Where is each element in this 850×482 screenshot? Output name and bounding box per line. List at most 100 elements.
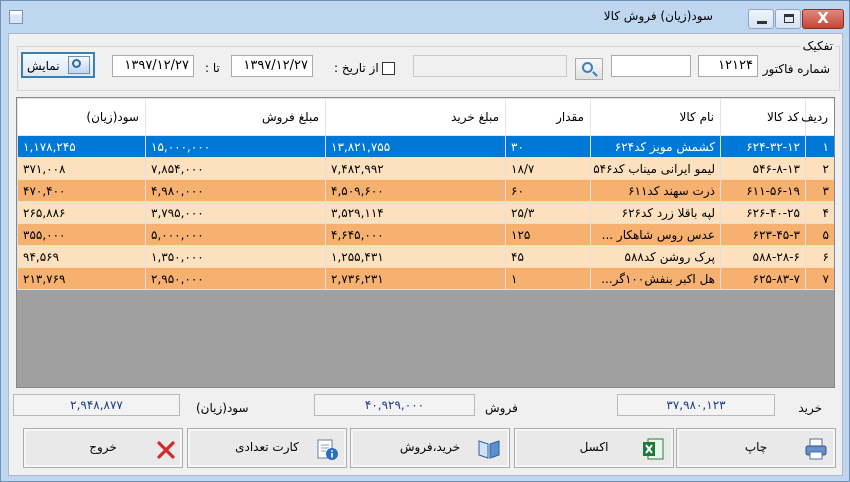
table-cell: ۶۰: [505, 179, 591, 202]
print-button[interactable]: چاپ: [676, 428, 836, 468]
info-card-icon: [317, 439, 338, 460]
close-x-icon: [157, 441, 175, 459]
table-cell: پرک روشن کد۵۸۸: [590, 245, 721, 268]
maximize-button[interactable]: [775, 9, 801, 29]
table-cell: ۱,۳۵۰,۰۰۰: [145, 245, 326, 268]
table-cell: ۳,۷۹۵,۰۰۰: [145, 201, 326, 224]
table-cell: ۶۲۴-۳۲-۱۲: [720, 135, 806, 158]
sales-total-label: فروش: [485, 401, 518, 415]
filter-group: تفکیک شماره فاکتور ۱۲۱۲۴ از تاریخ : ۱۳۹۷…: [17, 39, 840, 91]
window-title: سود(زیان) فروش کالا: [603, 9, 713, 23]
table-cell: ۷: [805, 267, 834, 290]
invoice-number-field[interactable]: ۱۲۱۲۴: [698, 55, 758, 77]
close-button[interactable]: X: [802, 9, 844, 29]
column-header[interactable]: مبلغ فروش: [145, 98, 326, 136]
table-cell: ۷,۴۸۲,۹۹۲: [325, 157, 506, 180]
table-cell: ۴۵: [505, 245, 591, 268]
purchase-total-label: خرید: [798, 401, 822, 415]
table-cell: ۷,۸۵۴,۰۰۰: [145, 157, 326, 180]
table-cell: ۵: [805, 223, 834, 246]
table-cell: ۱۲۵: [505, 223, 591, 246]
column-header[interactable]: مبلغ خرید: [325, 98, 506, 136]
table-row[interactable]: ۴ ۶۲۶-۴۰-۲۵ لپه باقلا زرد کد۶۲۶ ۲۵/۳ ۳,۵۲۹,۱…: [17, 201, 834, 224]
column-header[interactable]: نام کالا: [590, 98, 721, 136]
close-icon: X: [817, 9, 829, 27]
column-header[interactable]: ردیف: [801, 98, 834, 136]
table-cell: ۵,۰۰۰,۰۰۰: [145, 223, 326, 246]
column-header[interactable]: مقدار: [505, 98, 591, 136]
table-cell: لیمو ایرانی میناب کد۵۴۶: [590, 157, 721, 180]
table-cell: ۱,۱۷۸,۲۴۵: [17, 135, 146, 158]
table-cell: ۳: [805, 179, 834, 202]
table-row[interactable]: ۷ ۶۲۵-۸۳-۷ هل اکبر بنفش۱۰۰گر... ۱ ۲,۷۳۶,۲۳۱ ۲…: [17, 267, 834, 290]
table-cell: ۱۵,۰۰۰,۰۰۰: [145, 135, 326, 158]
table-cell: ۱,۲۵۵,۴۳۱: [325, 245, 506, 268]
app-icon: [9, 10, 23, 24]
table-cell: ۶۲۶-۴۰-۲۵: [720, 201, 806, 224]
table-cell: ۲۱۳,۷۶۹: [17, 267, 146, 290]
exit-button[interactable]: خروج: [23, 428, 183, 468]
table-cell: هل اکبر بنفش۱۰۰گر...: [590, 267, 721, 290]
excel-button[interactable]: اکسل: [514, 428, 674, 468]
from-date-label: از تاریخ :: [334, 61, 379, 75]
disabled-field: [413, 55, 567, 77]
to-date-field[interactable]: ۱۳۹۷/۱۲/۲۷: [112, 55, 194, 77]
table-cell: عدس روس شاهکار ...: [590, 223, 721, 246]
app-window: سود(زیان) فروش کالا X تفکیک شماره فاکتور…: [0, 0, 850, 482]
column-header[interactable]: سود(زیان): [17, 98, 146, 136]
table-cell: ۱: [505, 267, 591, 290]
table-cell: ۱: [805, 135, 834, 158]
table-cell: ۲۶۵,۸۸۶: [17, 201, 146, 224]
magnifier-icon: [68, 56, 90, 74]
sales-total-value: ۴۰,۹۲۹,۰۰۰: [314, 394, 475, 416]
profit-total-label: سود(زیان): [196, 401, 249, 415]
table-cell: ۲,۹۵۰,۰۰۰: [145, 267, 326, 290]
table-body: ۱ ۶۲۴-۳۲-۱۲ کشمش مویز کد۶۲۴ ۳۰ ۱۳,۸۲۱,۷۵۵ ۱۵,…: [17, 135, 834, 290]
table-cell: ۲,۷۳۶,۲۳۱: [325, 267, 506, 290]
title-bar[interactable]: سود(زیان) فروش کالا X: [1, 1, 849, 33]
from-date-checkbox[interactable]: [382, 62, 395, 75]
form-body: تفکیک شماره فاکتور ۱۲۱۲۴ از تاریخ : ۱۳۹۷…: [8, 33, 843, 476]
table-cell: ۳۵۵,۰۰۰: [17, 223, 146, 246]
search-button[interactable]: [575, 58, 603, 80]
table-cell: ۵۸۸-۲۸-۶: [720, 245, 806, 268]
column-header[interactable]: کد کالا: [720, 98, 806, 136]
buy-sell-button[interactable]: خرید،فروش: [350, 428, 510, 468]
table-cell: ۳۷۱,۰۰۸: [17, 157, 146, 180]
invoice-text-field[interactable]: [611, 55, 691, 77]
table-cell: ۴,۶۴۵,۰۰۰: [325, 223, 506, 246]
table-cell: ۲۵/۳: [505, 201, 591, 224]
table-cell: ۵۴۶-۸-۱۳: [720, 157, 806, 180]
table-cell: کشمش مویز کد۶۲۴: [590, 135, 721, 158]
table-cell: ۲: [805, 157, 834, 180]
table-row[interactable]: ۵ ۶۲۳-۴۵-۳ عدس روس شاهکار ... ۱۲۵ ۴,۶۴۵,۰۰۰ ۵…: [17, 223, 834, 246]
table-cell: ۴,۹۸۰,۰۰۰: [145, 179, 326, 202]
printer-icon: [805, 438, 827, 460]
count-card-button[interactable]: کارت تعدادی: [187, 428, 347, 468]
table-row[interactable]: ۱ ۶۲۴-۳۲-۱۲ کشمش مویز کد۶۲۴ ۳۰ ۱۳,۸۲۱,۷۵۵ ۱۵,…: [17, 135, 834, 158]
table-row[interactable]: ۶ ۵۸۸-۲۸-۶ پرک روشن کد۵۸۸ ۴۵ ۱,۲۵۵,۴۳۱ ۱,۳۵۰,…: [17, 245, 834, 268]
table-cell: ۳,۵۲۹,۱۱۴: [325, 201, 506, 224]
invoice-number-label: شماره فاکتور: [762, 62, 830, 76]
results-grid[interactable]: ردیف کد کالا نام کالا مقدار مبلغ خرید مبلغ فر…: [16, 97, 835, 388]
minimize-icon: [757, 21, 767, 24]
table-cell: ۱۸/۷: [505, 157, 591, 180]
table-cell: ۴: [805, 201, 834, 224]
table-row[interactable]: ۳ ۶۱۱-۵۶-۱۹ ذرت سهند کد۶۱۱ ۶۰ ۴,۵۰۹,۶۰۰ ۴,۹۸۰…: [17, 179, 834, 202]
table-row[interactable]: ۲ ۵۴۶-۸-۱۳ لیمو ایرانی میناب کد۵۴۶ ۱۸/۷ ۷,۴۸…: [17, 157, 834, 180]
table-cell: ۶۲۳-۴۵-۳: [720, 223, 806, 246]
from-date-field[interactable]: ۱۳۹۷/۱۲/۲۷: [231, 55, 313, 77]
results-table: ردیف کد کالا نام کالا مقدار مبلغ خرید مبلغ فر…: [17, 98, 834, 290]
search-icon: [582, 62, 593, 73]
table-cell: ۴۷۰,۴۰۰: [17, 179, 146, 202]
purchase-total-value: ۳۷,۹۸۰,۱۲۳: [617, 394, 775, 416]
excel-icon: [643, 438, 664, 460]
table-cell: ۶۲۵-۸۳-۷: [720, 267, 806, 290]
table-cell: ذرت سهند کد۶۱۱: [590, 179, 721, 202]
profit-total-value: ۲,۹۴۸,۸۷۷: [13, 394, 180, 416]
table-cell: ۴,۵۰۹,۶۰۰: [325, 179, 506, 202]
maximize-icon: [784, 14, 794, 23]
show-button[interactable]: نمایش: [21, 52, 95, 78]
table-cell: ۱۳,۸۲۱,۷۵۵: [325, 135, 506, 158]
minimize-button[interactable]: [748, 9, 774, 29]
